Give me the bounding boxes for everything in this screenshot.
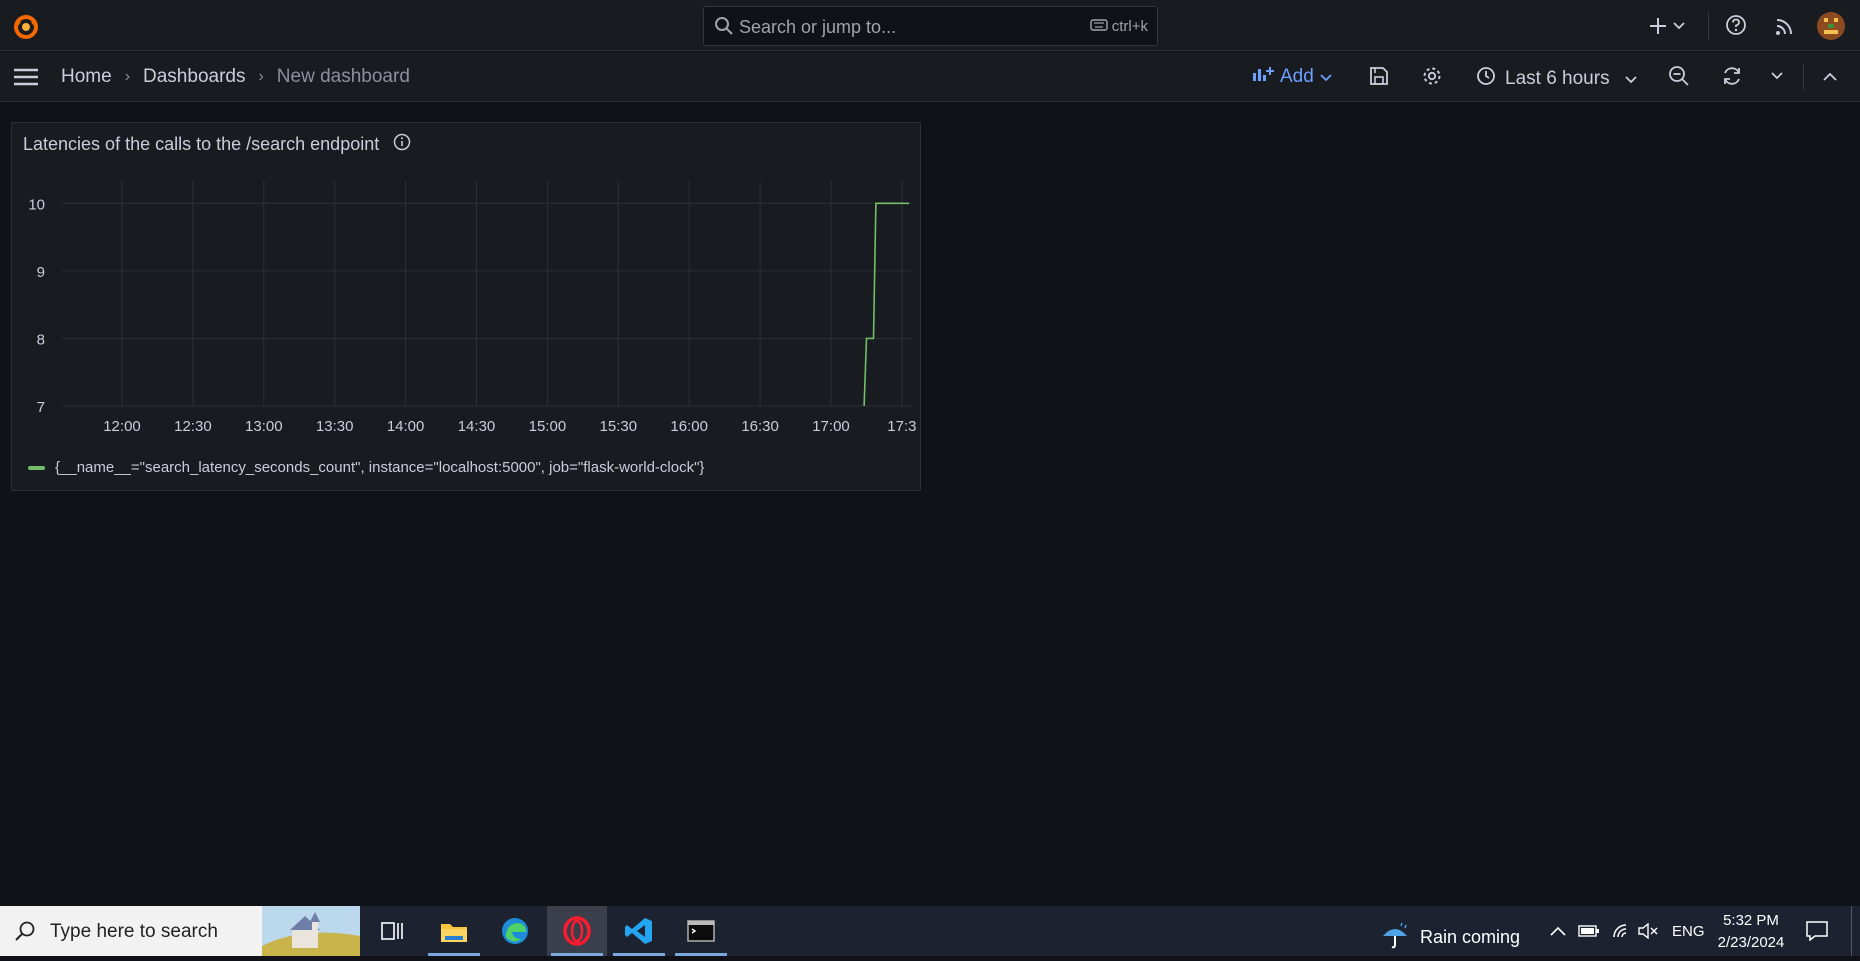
volume-muted-icon[interactable] xyxy=(1638,906,1660,956)
search-icon xyxy=(714,16,734,36)
divider xyxy=(1708,12,1709,40)
add-button[interactable]: Add xyxy=(1252,66,1332,88)
settings-gear-icon[interactable] xyxy=(1421,65,1443,87)
vscode-icon[interactable] xyxy=(609,906,669,956)
y-tick-label: 9 xyxy=(37,264,45,281)
y-tick-label: 8 xyxy=(37,331,45,348)
legend-label: {__name__="search_latency_seconds_count"… xyxy=(55,459,705,476)
time-range-label: Last 6 hours xyxy=(1505,68,1610,89)
clock-time: 5:32 PM xyxy=(1723,912,1779,929)
x-tick-label: 15:30 xyxy=(600,418,638,435)
user-avatar[interactable] xyxy=(1817,12,1845,40)
weather-widget[interactable]: Rain coming xyxy=(1380,920,1520,955)
x-tick-label: 14:00 xyxy=(387,418,425,435)
zoom-out-icon[interactable] xyxy=(1668,65,1690,87)
y-tick-label: 10 xyxy=(28,196,45,213)
search-highlight-illustration-icon xyxy=(262,906,360,961)
taskbar-clock[interactable]: 5:32 PM 2/23/2024 xyxy=(1712,910,1790,954)
clock-icon xyxy=(1476,66,1496,92)
chart-legend[interactable]: {__name__="search_latency_seconds_count"… xyxy=(28,459,704,476)
x-tick-label: 15:00 xyxy=(529,418,567,435)
save-icon[interactable] xyxy=(1368,65,1390,87)
chevron-right-icon: › xyxy=(124,68,131,85)
y-tick-label: 7 xyxy=(37,399,45,416)
weather-label: Rain coming xyxy=(1420,927,1521,947)
x-tick-label: 17:00 xyxy=(812,418,850,435)
collapse-chevron-up-icon[interactable] xyxy=(1822,70,1838,82)
x-tick-label: 12:30 xyxy=(174,418,212,435)
task-view-icon[interactable] xyxy=(362,906,422,956)
search-shortcut: ctrl+k xyxy=(1111,18,1148,35)
news-feed-icon[interactable] xyxy=(1774,15,1796,37)
search-icon xyxy=(14,920,36,947)
chevron-right-icon: › xyxy=(258,68,264,85)
wifi-icon[interactable] xyxy=(1612,906,1632,956)
x-tick-label: 12:00 xyxy=(103,418,141,435)
divider xyxy=(1803,64,1804,90)
clock-date: 2/23/2024 xyxy=(1717,934,1785,951)
help-icon[interactable] xyxy=(1725,14,1747,36)
dashboard-nav-bar: Home › Dashboards › New dashboard Add La… xyxy=(0,52,1860,102)
refresh-icon[interactable] xyxy=(1721,65,1743,87)
legend-swatch xyxy=(28,465,45,470)
x-tick-label: 14:30 xyxy=(458,418,496,435)
show-hidden-icons-chevron-icon[interactable] xyxy=(1550,906,1566,956)
opera-browser-icon[interactable] xyxy=(547,906,607,956)
keyboard-icon xyxy=(1090,18,1108,35)
taskbar-search-placeholder: Type here to search xyxy=(50,921,218,942)
breadcrumb-dashboards[interactable]: Dashboards xyxy=(143,66,245,88)
top-bar: Search or jump to... ctrl+k xyxy=(0,0,1860,51)
line-chart[interactable]: 7 8 9 10 12:00 12:30 13:00 13:30 14:00 14:30 15:00… xyxy=(12,123,922,453)
add-button-label: Add xyxy=(1280,66,1314,87)
breadcrumb: Home › Dashboards › New dashboard xyxy=(61,66,410,88)
grafana-logo-icon[interactable] xyxy=(12,12,40,40)
x-tick-label: 17:3 xyxy=(887,418,916,435)
refresh-interval-chevron-icon[interactable] xyxy=(1770,71,1784,81)
breadcrumb-current: New dashboard xyxy=(276,66,410,87)
taskbar-search[interactable]: Type here to search xyxy=(0,906,360,956)
x-tick-label: 13:30 xyxy=(316,418,354,435)
show-desktop-button[interactable] xyxy=(1851,906,1852,956)
time-range-picker[interactable]: Last 6 hours xyxy=(1476,66,1637,92)
x-tick-label: 16:30 xyxy=(741,418,779,435)
new-menu-button[interactable] xyxy=(1648,14,1690,38)
umbrella-rain-icon xyxy=(1380,920,1410,955)
menu-icon[interactable] xyxy=(13,66,39,88)
x-tick-label: 16:00 xyxy=(670,418,708,435)
language-indicator[interactable]: ENG xyxy=(1672,906,1705,956)
search-bar[interactable]: Search or jump to... ctrl+k xyxy=(703,6,1158,46)
battery-icon[interactable] xyxy=(1578,906,1600,956)
breadcrumb-home[interactable]: Home xyxy=(61,66,112,88)
terminal-icon[interactable] xyxy=(671,906,731,956)
search-placeholder: Search or jump to... xyxy=(739,17,897,37)
add-panel-icon xyxy=(1252,66,1274,88)
file-explorer-icon[interactable] xyxy=(424,906,484,956)
chevron-down-icon xyxy=(1320,66,1332,88)
notification-center-icon[interactable] xyxy=(1806,906,1828,956)
edge-browser-icon[interactable] xyxy=(485,906,545,956)
chevron-down-icon xyxy=(1624,68,1637,90)
x-tick-label: 13:00 xyxy=(245,418,283,435)
windows-taskbar: Type here to search Rain coming ENG 5:32… xyxy=(0,906,1860,956)
time-series-panel[interactable]: Latencies of the calls to the /search en… xyxy=(11,122,921,491)
